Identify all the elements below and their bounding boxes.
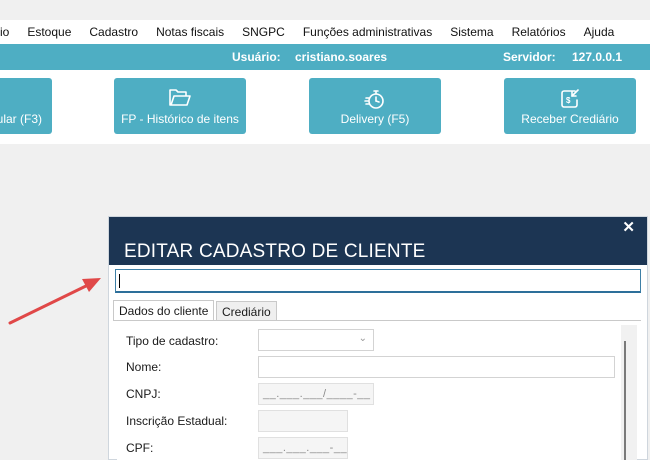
cpf-label: CPF: xyxy=(126,441,154,455)
dialog-header: EDITAR CADASTRO DE CLIENTE ✕ xyxy=(109,217,647,265)
server-label: Servidor: xyxy=(503,50,556,64)
cnpj-mask: __.___.___/____-__ xyxy=(263,388,371,400)
fp-historico-label: FP - Histórico de itens xyxy=(121,112,239,126)
nome-label: Nome: xyxy=(126,360,162,374)
nome-input[interactable] xyxy=(258,356,615,378)
inscricao-estadual-label: Inscrição Estadual: xyxy=(126,414,228,428)
folder-icon xyxy=(114,87,246,111)
cpf-input[interactable]: ___.___.___-__ xyxy=(258,437,348,459)
menu-item-funcoes-administrativas[interactable]: Funções administrativas xyxy=(294,20,441,44)
cnpj-label: CNPJ: xyxy=(126,387,161,401)
chevron-down-icon: ⌄ xyxy=(358,333,367,344)
delivery-button[interactable]: Delivery (F5) xyxy=(309,78,441,134)
tab-dados-do-cliente[interactable]: Dados do cliente xyxy=(113,300,215,321)
inscricao-estadual-input[interactable] xyxy=(258,410,348,432)
client-search-input[interactable] xyxy=(115,269,641,293)
tipo-cadastro-label: Tipo de cadastro: xyxy=(126,334,219,348)
user-value: cristiano.soares xyxy=(295,50,388,64)
cnpj-input[interactable]: __.___.___/____-__ xyxy=(258,383,374,405)
user-label: Usuário: xyxy=(232,50,281,64)
tipo-cadastro-select[interactable]: ⌄ xyxy=(258,329,374,351)
server-value: 127.0.0.1 xyxy=(572,50,623,64)
red-arrow-icon xyxy=(8,278,101,325)
delivery-timer-icon xyxy=(309,87,441,111)
text-caret xyxy=(119,274,120,288)
tab-divider xyxy=(113,320,641,321)
form-scrollbar-thumb[interactable] xyxy=(624,341,626,460)
cpf-mask: ___.___.___-__ xyxy=(263,442,348,454)
fp-historico-button[interactable]: FP - Histórico de itens xyxy=(114,78,246,134)
tab-crediario[interactable]: Crediário xyxy=(216,301,277,320)
close-icon[interactable]: ✕ xyxy=(622,220,635,236)
receive-money-icon: $ xyxy=(504,87,636,111)
receber-crediario-label: Receber Crediário xyxy=(521,112,619,126)
menu-item-sngpc[interactable]: SNGPC xyxy=(233,20,294,44)
delivery-label: Delivery (F5) xyxy=(340,112,410,126)
menu-item-sistema[interactable]: Sistema xyxy=(441,20,502,44)
edit-client-dialog: EDITAR CADASTRO DE CLIENTE ✕ Dados do cl… xyxy=(108,216,648,460)
dialog-title: EDITAR CADASTRO DE CLIENTE xyxy=(124,241,426,262)
menu-item-notas-fiscais[interactable]: Notas fiscais xyxy=(147,20,233,44)
menu-item-relatorios[interactable]: Relatórios xyxy=(503,20,575,44)
receber-crediario-button[interactable]: $ Receber Crediário xyxy=(504,78,636,134)
svg-text:$: $ xyxy=(566,96,571,105)
client-form: Tipo de cadastro: ⌄ Nome: CNPJ: __.___._… xyxy=(117,325,637,460)
menu-item-ajuda[interactable]: Ajuda xyxy=(575,20,624,44)
